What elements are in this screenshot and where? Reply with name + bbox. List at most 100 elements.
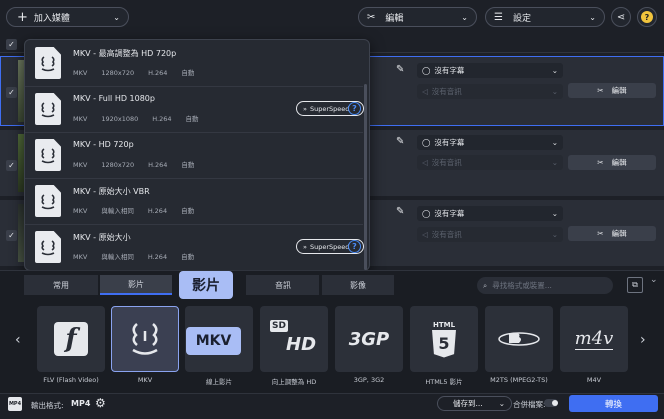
pencil-icon[interactable]: ✎: [396, 206, 404, 217]
html-label: HTML: [432, 320, 456, 329]
format-card-hd[interactable]: SD HD: [260, 306, 328, 372]
add-media-button[interactable]: + 加入媒體 ⌄: [6, 7, 129, 27]
preset-codec: H.264: [148, 161, 168, 169]
question-icon[interactable]: ?: [348, 102, 361, 115]
preset-meta: MKV 1280x720 H.264 自動: [73, 159, 208, 169]
chevron-down-icon: ⌄: [551, 87, 558, 96]
tools-icon: ✂: [367, 11, 376, 23]
add-media-label: 加入媒體: [33, 13, 70, 24]
row-edit-label: 編輯: [611, 229, 627, 238]
output-format-value: MP4: [71, 399, 91, 408]
preset-item[interactable]: MKV - 最高調整為 HD 720p MKV 1280x720 H.264 自動: [25, 40, 369, 86]
custom-preset-button[interactable]: ⧉: [627, 277, 643, 293]
chevron-down-icon: ⌄: [551, 158, 558, 167]
subtitle-value: 沒有字幕: [434, 66, 465, 75]
pencil-icon[interactable]: ✎: [396, 64, 404, 75]
question-icon[interactable]: ?: [348, 240, 361, 253]
mkv-file-icon: [35, 93, 61, 125]
format-card-m4v[interactable]: m4v: [560, 306, 628, 372]
subtitle-select[interactable]: ◯ 沒有字幕 ⌄: [417, 63, 563, 78]
scroll-right-icon[interactable]: ›: [640, 332, 646, 348]
format-card-mkv[interactable]: [111, 306, 179, 372]
output-format-label: 輸出格式:: [31, 401, 64, 410]
chevron-down-icon: ⌄: [551, 66, 558, 75]
preset-item[interactable]: MKV - 原始大小 MKV 與輸入相同 H.264 自動 » SuperSpeed ?: [25, 224, 369, 270]
preset-item[interactable]: MKV - 原始大小 VBR MKV 與輸入相同 H.264 自動: [25, 178, 369, 224]
preset-format: MKV: [73, 253, 88, 261]
merge-files-toggle[interactable]: [544, 399, 558, 407]
search-placeholder: 尋找格式或裝置...: [492, 281, 552, 290]
format-card-label: 線上影片: [206, 378, 232, 386]
speaker-icon: ◁: [422, 158, 428, 167]
row-edit-button[interactable]: ✂ 編輯: [568, 155, 656, 170]
audio-value: 沒有音訊: [431, 230, 462, 239]
collapse-panel-icon[interactable]: ⌄: [650, 275, 658, 285]
preset-format: MKV: [73, 115, 88, 123]
row-3-checkbox[interactable]: ✓: [6, 230, 17, 241]
bluray-icon: [498, 332, 540, 346]
speed-icon: »: [303, 242, 307, 251]
help-icon: ?: [641, 11, 653, 23]
tools-icon: ✂: [597, 86, 604, 95]
save-to-select[interactable]: 儲存到... ⌄: [437, 396, 512, 411]
convert-button[interactable]: 轉換: [569, 395, 658, 412]
chevron-down-icon: ⌄: [498, 399, 505, 408]
preset-title: MKV - 原始大小 VBR: [73, 187, 150, 196]
sd-hd-icon: SD HD: [270, 320, 318, 358]
mkv-file-icon: [35, 139, 61, 171]
row-edit-label: 編輯: [611, 158, 627, 167]
speech-bubble-icon: ◯: [422, 66, 431, 75]
share-button[interactable]: ⋖: [611, 7, 631, 27]
sliders-icon: ☰: [494, 11, 503, 23]
settings-button[interactable]: ☰ 設定 ⌄: [485, 7, 605, 27]
row-1-checkbox[interactable]: ✓: [6, 87, 17, 98]
hd-label: HD: [286, 334, 317, 355]
search-icon: ⌕: [483, 280, 488, 290]
gear-icon[interactable]: ⚙: [95, 396, 106, 410]
audio-value: 沒有音訊: [431, 158, 462, 167]
output-format-icon: MP4: [8, 397, 22, 411]
row-edit-button[interactable]: ✂ 編輯: [568, 83, 656, 98]
format-card-m2ts[interactable]: [485, 306, 553, 372]
merge-files-label: 合併檔案:: [513, 400, 546, 409]
preset-item[interactable]: MKV - HD 720p MKV 1280x720 H.264 自動: [25, 132, 369, 178]
row-2-checkbox[interactable]: ✓: [6, 160, 17, 171]
format-card-3gp[interactable]: 3GP: [335, 306, 403, 372]
preset-fps: 自動: [181, 161, 195, 169]
help-button[interactable]: ?: [637, 7, 657, 27]
subtitle-select[interactable]: ◯ 沒有字幕 ⌄: [417, 135, 563, 150]
speaker-icon: ◁: [422, 87, 428, 96]
plus-icon: +: [17, 9, 28, 25]
select-all-checkbox[interactable]: ✓: [6, 39, 17, 50]
format-card-flv[interactable]: f: [37, 306, 105, 372]
preset-item[interactable]: MKV - Full HD 1080p MKV 1920x1080 H.264 自動 …: [25, 86, 369, 132]
pencil-icon[interactable]: ✎: [396, 136, 404, 147]
edit-button[interactable]: ✂ 編輯 ⌄: [358, 7, 477, 27]
preset-fps: 自動: [181, 253, 195, 261]
sd-label: SD: [270, 320, 288, 332]
preset-resolution: 與輸入相同: [101, 207, 134, 215]
preset-title: MKV - HD 720p: [73, 140, 134, 149]
tab-audio[interactable]: 音訊: [247, 275, 319, 295]
video-tab-tooltip: 影片: [179, 271, 233, 299]
tab-video[interactable]: 影片: [100, 275, 172, 295]
format-card-label: 3GP, 3G2: [353, 376, 385, 384]
chevron-down-icon: ⌄: [551, 138, 558, 147]
tab-common[interactable]: 常用: [24, 275, 98, 295]
preset-meta: MKV 與輸入相同 H.264 自動: [73, 205, 208, 215]
format-card-html5[interactable]: HTML 5: [410, 306, 478, 372]
subtitle-select[interactable]: ◯ 沒有字幕 ⌄: [417, 206, 563, 221]
tab-image[interactable]: 影像: [322, 275, 394, 295]
chevron-down-icon: ⌄: [551, 209, 558, 218]
preset-fps: 自動: [181, 207, 195, 215]
audio-value: 沒有音訊: [431, 87, 462, 96]
row-edit-button[interactable]: ✂ 編輯: [568, 226, 656, 241]
preset-meta: MKV 與輸入相同 H.264 自動: [73, 251, 208, 261]
scroll-left-icon[interactable]: ‹: [15, 332, 21, 348]
preset-resolution: 與輸入相同: [101, 253, 134, 261]
3gp-icon: 3GP: [348, 328, 390, 350]
speech-bubble-icon: ◯: [422, 138, 431, 147]
audio-select: ◁ 沒有音訊 ⌄: [417, 84, 563, 99]
format-search-input[interactable]: ⌕ 尋找格式或裝置...: [477, 277, 613, 294]
chevron-down-icon: ⌄: [551, 230, 558, 239]
